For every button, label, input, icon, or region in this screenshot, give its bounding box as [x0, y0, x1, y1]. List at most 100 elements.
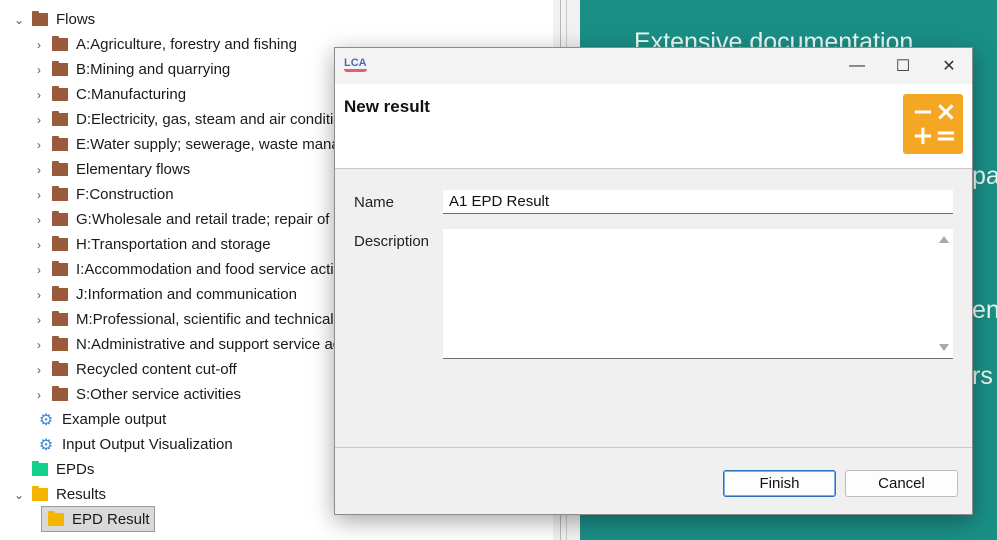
folder-icon	[52, 36, 68, 51]
welcome-text-fragment: rs	[972, 362, 993, 390]
tree-item-label: F:Construction	[76, 186, 174, 203]
folder-icon	[52, 336, 68, 351]
tree-item-label: A:Agriculture, forestry and fishing	[76, 36, 297, 53]
tree-item-label: EPDs	[56, 461, 95, 478]
folder-icon	[52, 211, 68, 226]
chevron-right-icon[interactable]: ›	[32, 163, 46, 177]
tree-item-epd-result[interactable]: EPD Result	[41, 506, 155, 532]
tree-item-category[interactable]: › Recycled content cut-off	[32, 357, 237, 382]
chevron-right-icon[interactable]: ›	[32, 363, 46, 377]
chevron-right-icon[interactable]: ›	[32, 88, 46, 102]
tree-item-label: M:Professional, scientific and technical…	[76, 311, 347, 328]
chevron-right-icon[interactable]: ›	[32, 63, 46, 77]
tree-item-label: C:Manufacturing	[76, 86, 187, 103]
tree-item-category[interactable]: › M:Professional, scientific and technica…	[32, 307, 346, 332]
tree-item-label: S:Other service activities	[76, 386, 242, 403]
welcome-text-fragment: en	[972, 296, 997, 324]
folder-icon	[32, 11, 48, 26]
folder-icon	[32, 461, 48, 476]
tree-item-results[interactable]: ⌄ Results	[12, 482, 106, 507]
close-button[interactable]: ✕	[926, 48, 972, 84]
dialog-titlebar[interactable]: LCA — ☐ ✕	[335, 48, 972, 84]
scroll-down-icon[interactable]	[939, 344, 949, 351]
folder-icon	[52, 111, 68, 126]
description-field[interactable]	[443, 229, 953, 359]
scroll-up-icon[interactable]	[939, 236, 949, 243]
new-result-dialog: LCA — ☐ ✕ New result − × + = Name Descri…	[334, 47, 973, 515]
name-label: Name	[354, 194, 395, 211]
tree-item-category[interactable]: › N:Administrative and support service ac	[32, 332, 340, 357]
chevron-right-icon[interactable]: ›	[32, 188, 46, 202]
tree-item-category[interactable]: › H:Transportation and storage	[32, 232, 271, 257]
folder-icon	[52, 136, 68, 151]
chevron-right-icon[interactable]: ›	[32, 338, 46, 352]
folder-icon	[48, 510, 64, 526]
tree-item-epds[interactable]: EPDs	[12, 457, 94, 482]
tree-item-label: Example output	[62, 411, 167, 428]
tree-item-label: Results	[56, 486, 107, 503]
gear-icon: ⚙	[38, 436, 54, 454]
chevron-right-icon[interactable]: ›	[32, 113, 46, 127]
tree-item-label: EPD Result	[72, 510, 150, 528]
dialog-title: New result	[344, 97, 430, 116]
tree-item-label: J:Information and communication	[76, 286, 297, 303]
chevron-right-icon[interactable]: ›	[32, 38, 46, 52]
app-logo: LCA	[344, 57, 367, 72]
tree-item-category[interactable]: › Elementary flows	[32, 157, 190, 182]
folder-icon	[52, 61, 68, 76]
tree-item-label: G:Wholesale and retail trade; repair of …	[76, 211, 347, 228]
tree-item-label: I:Accommodation and food service activ	[76, 261, 342, 278]
tree-item-label: D:Electricity, gas, steam and air condit…	[76, 111, 342, 128]
tree-item-category[interactable]: › C:Manufacturing	[32, 82, 186, 107]
tree-item-category[interactable]: › F:Construction	[32, 182, 174, 207]
tree-item-label: Input Output Visualization	[62, 436, 233, 453]
cancel-button[interactable]: Cancel	[845, 470, 958, 497]
folder-icon	[52, 311, 68, 326]
chevron-right-icon[interactable]: ›	[32, 388, 46, 402]
welcome-text-fragment: pa	[972, 162, 997, 190]
calculator-icon: − × + =	[903, 94, 963, 154]
folder-icon	[52, 186, 68, 201]
tree-item-category[interactable]: › I:Accommodation and food service activ	[32, 257, 341, 282]
chevron-right-icon[interactable]: ›	[32, 213, 46, 227]
description-scrollbar[interactable]	[935, 229, 953, 358]
folder-icon	[52, 261, 68, 276]
maximize-button[interactable]: ☐	[880, 48, 926, 84]
dialog-separator	[335, 447, 972, 448]
folder-icon	[52, 236, 68, 251]
tree-item-category[interactable]: › S:Other service activities	[32, 382, 241, 407]
minimize-button[interactable]: —	[834, 48, 880, 84]
chevron-down-icon[interactable]: ⌄	[12, 13, 26, 27]
tree-item-category[interactable]: › E:Water supply; sewerage, waste manag	[32, 132, 348, 157]
dialog-header: New result − × + =	[335, 84, 972, 169]
chevron-down-icon[interactable]: ⌄	[12, 488, 26, 502]
folder-icon	[52, 361, 68, 376]
chevron-right-icon[interactable]: ›	[32, 138, 46, 152]
tree-item-category[interactable]: › J:Information and communication	[32, 282, 297, 307]
tree-item-label: H:Transportation and storage	[76, 236, 271, 253]
tree-item-category[interactable]: › G:Wholesale and retail trade; repair of…	[32, 207, 346, 232]
tree-item-category[interactable]: › B:Mining and quarrying	[32, 57, 230, 82]
tree-item-category[interactable]: › D:Electricity, gas, steam and air condi…	[32, 107, 342, 132]
chevron-right-icon[interactable]: ›	[32, 288, 46, 302]
chevron-right-icon[interactable]: ›	[32, 263, 46, 277]
tree-item-category[interactable]: › A:Agriculture, forestry and fishing	[32, 32, 297, 57]
chevron-right-icon[interactable]: ›	[32, 238, 46, 252]
folder-icon	[52, 86, 68, 101]
gear-icon: ⚙	[38, 411, 54, 429]
tree-item-example-output[interactable]: ⚙ Example output	[32, 407, 166, 432]
folder-icon	[32, 486, 48, 501]
tree-item-io-visualization[interactable]: ⚙ Input Output Visualization	[32, 432, 233, 457]
folder-icon	[52, 161, 68, 176]
tree-item-label: E:Water supply; sewerage, waste manag	[76, 136, 349, 153]
description-label: Description	[354, 233, 430, 250]
folder-icon	[52, 386, 68, 401]
tree-item-label: Recycled content cut-off	[76, 361, 237, 378]
tree-item-label: Elementary flows	[76, 161, 191, 178]
tree-item-flows[interactable]: ⌄ Flows	[12, 7, 95, 32]
tree-item-label: B:Mining and quarrying	[76, 61, 231, 78]
name-field[interactable]	[443, 190, 953, 214]
folder-icon	[52, 286, 68, 301]
finish-button[interactable]: Finish	[723, 470, 836, 497]
chevron-right-icon[interactable]: ›	[32, 313, 46, 327]
